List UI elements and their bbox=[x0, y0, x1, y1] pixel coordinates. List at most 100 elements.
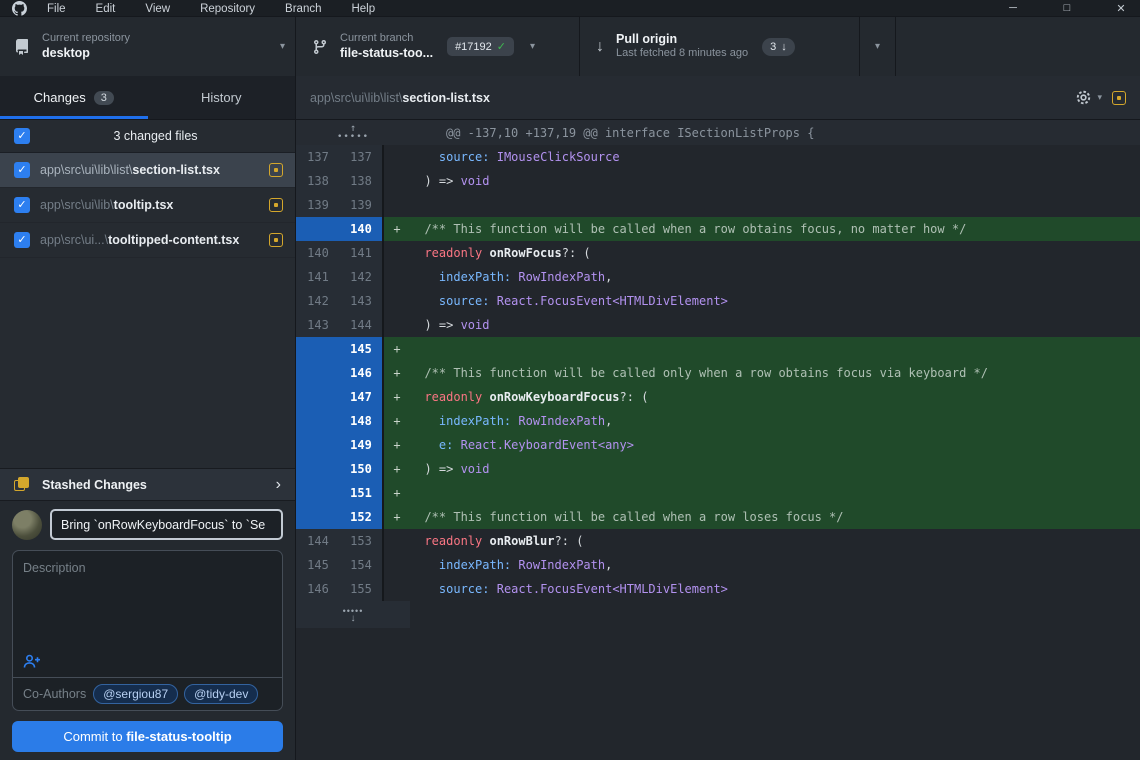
diff-line-added[interactable]: 150 + ) => void bbox=[296, 457, 1140, 481]
new-line-number[interactable]: 143 bbox=[340, 289, 384, 313]
close-button[interactable]: ✕ bbox=[1114, 2, 1128, 15]
menu-item-file[interactable]: File bbox=[47, 3, 66, 15]
new-line-number[interactable]: 141 bbox=[340, 241, 384, 265]
new-line-number[interactable]: 140 bbox=[340, 217, 384, 241]
diff-line-context[interactable]: 141 142 indexPath: RowIndexPath, bbox=[296, 265, 1140, 289]
code-line: source: React.FocusEvent<HTMLDivElement> bbox=[410, 582, 728, 596]
file-include-checkbox[interactable]: ✓ bbox=[14, 197, 30, 213]
new-line-number[interactable]: 137 bbox=[340, 145, 384, 169]
diff-line-context[interactable]: 140 141 readonly onRowFocus?: ( bbox=[296, 241, 1140, 265]
current-branch-button[interactable]: Current branch file-status-too... #17192… bbox=[296, 17, 580, 76]
diff-line-added[interactable]: 140 + /** This function will be called wh… bbox=[296, 217, 1140, 241]
tab-history[interactable]: History bbox=[148, 76, 296, 119]
new-line-number[interactable]: 150 bbox=[340, 457, 384, 481]
file-row-tooltip.tsx[interactable]: ✓ app\src\ui\lib\tooltip.tsx bbox=[0, 188, 295, 223]
line-marker bbox=[384, 169, 410, 193]
branch-name: file-status-too... bbox=[340, 45, 434, 60]
diff-line-context[interactable]: 139 139 bbox=[296, 193, 1140, 217]
old-line-number[interactable] bbox=[296, 217, 340, 241]
new-line-number[interactable]: 144 bbox=[340, 313, 384, 337]
maximize-button[interactable]: □ bbox=[1060, 2, 1074, 15]
diff-line-added[interactable]: 152 + /** This function will be called wh… bbox=[296, 505, 1140, 529]
old-line-number[interactable]: 139 bbox=[296, 193, 340, 217]
diff-line-context[interactable]: 146 155 source: React.FocusEvent<HTMLDivE… bbox=[296, 577, 1140, 601]
old-line-number[interactable]: 145 bbox=[296, 553, 340, 577]
diff-line-context[interactable]: 145 154 indexPath: RowIndexPath, bbox=[296, 553, 1140, 577]
diff-line-added[interactable]: 151 + bbox=[296, 481, 1140, 505]
new-line-number[interactable]: 151 bbox=[340, 481, 384, 505]
commit-summary-input[interactable] bbox=[50, 509, 283, 540]
new-line-number[interactable]: 147 bbox=[340, 385, 384, 409]
old-line-number[interactable] bbox=[296, 505, 340, 529]
old-line-number[interactable]: 141 bbox=[296, 265, 340, 289]
diff-line-context[interactable]: 137 137 source: IMouseClickSource bbox=[296, 145, 1140, 169]
select-all-checkbox[interactable]: ✓ bbox=[14, 128, 30, 144]
file-include-checkbox[interactable]: ✓ bbox=[14, 232, 30, 248]
coauthor-pill[interactable]: @sergiou87 bbox=[93, 684, 179, 704]
minimize-button[interactable]: ─ bbox=[1006, 2, 1020, 15]
diff-line-added[interactable]: 148 + indexPath: RowIndexPath, bbox=[296, 409, 1140, 433]
file-row-tooltipped-content.tsx[interactable]: ✓ app\src\ui...\tooltipped-content.tsx bbox=[0, 223, 295, 258]
old-line-number[interactable]: 138 bbox=[296, 169, 340, 193]
pr-status-badge[interactable]: #17192 ✓ bbox=[447, 37, 514, 56]
new-line-number[interactable]: 145 bbox=[340, 337, 384, 361]
new-line-number[interactable]: 142 bbox=[340, 265, 384, 289]
add-coauthor-button[interactable] bbox=[23, 654, 41, 669]
diff-line-context[interactable]: 138 138 ) => void bbox=[296, 169, 1140, 193]
coauthor-pill[interactable]: @tidy-dev bbox=[184, 684, 259, 704]
commit-description-box: Description Co-Authors @sergiou87 @tidy-d… bbox=[12, 550, 283, 711]
diff-line-context[interactable]: 142 143 source: React.FocusEvent<HTMLDivE… bbox=[296, 289, 1140, 313]
new-line-number[interactable]: 146 bbox=[340, 361, 384, 385]
old-line-number[interactable] bbox=[296, 457, 340, 481]
old-line-number[interactable]: 140 bbox=[296, 241, 340, 265]
file-row-section-list.tsx[interactable]: ✓ app\src\ui\lib\list\section-list.tsx bbox=[0, 153, 295, 188]
diff-line-added[interactable]: 149 + e: React.KeyboardEvent<any> bbox=[296, 433, 1140, 457]
pull-origin-button[interactable]: ↓ Pull origin Last fetched 8 minutes ago… bbox=[580, 17, 860, 76]
old-line-number[interactable] bbox=[296, 385, 340, 409]
menu-item-help[interactable]: Help bbox=[351, 3, 375, 15]
old-line-number[interactable] bbox=[296, 433, 340, 457]
commit-description-input[interactable]: Description bbox=[13, 551, 282, 677]
new-line-number[interactable]: 155 bbox=[340, 577, 384, 601]
menu-item-repository[interactable]: Repository bbox=[200, 3, 255, 15]
stashed-changes-row[interactable]: Stashed Changes › bbox=[0, 468, 295, 501]
diff-line-added[interactable]: 147 + readonly onRowKeyboardFocus?: ( bbox=[296, 385, 1140, 409]
old-line-number[interactable] bbox=[296, 337, 340, 361]
file-include-checkbox[interactable]: ✓ bbox=[14, 162, 30, 178]
old-line-number[interactable]: 144 bbox=[296, 529, 340, 553]
old-line-number[interactable]: 146 bbox=[296, 577, 340, 601]
branch-dropdown-caret-icon: ▾ bbox=[530, 41, 536, 52]
new-line-number[interactable]: 138 bbox=[340, 169, 384, 193]
menu-item-branch[interactable]: Branch bbox=[285, 3, 321, 15]
description-placeholder: Description bbox=[23, 561, 86, 575]
old-line-number[interactable] bbox=[296, 409, 340, 433]
new-line-number[interactable]: 153 bbox=[340, 529, 384, 553]
expand-hunk-down-button[interactable]: ••••• ↓ bbox=[343, 606, 364, 623]
new-line-number[interactable]: 148 bbox=[340, 409, 384, 433]
new-line-number[interactable]: 139 bbox=[340, 193, 384, 217]
expand-hunk-up-button[interactable]: ↑ ••••• bbox=[337, 123, 369, 141]
old-line-number[interactable]: 143 bbox=[296, 313, 340, 337]
behind-count: 3 bbox=[770, 40, 777, 53]
new-line-number[interactable]: 154 bbox=[340, 553, 384, 577]
diff-line-context[interactable]: 143 144 ) => void bbox=[296, 313, 1140, 337]
new-line-number[interactable]: 149 bbox=[340, 433, 384, 457]
menu-item-edit[interactable]: Edit bbox=[96, 3, 116, 15]
diff-line-added[interactable]: 146 + /** This function will be called on… bbox=[296, 361, 1140, 385]
new-line-number[interactable]: 152 bbox=[340, 505, 384, 529]
diff-line-added[interactable]: 145 + bbox=[296, 337, 1140, 361]
pull-options-caret-button[interactable]: ▾ bbox=[860, 17, 896, 76]
old-line-number[interactable] bbox=[296, 361, 340, 385]
commit-button[interactable]: Commit to file-status-tooltip bbox=[12, 721, 283, 752]
diff-options-button[interactable]: ▾ bbox=[1075, 89, 1102, 106]
menu-item-view[interactable]: View bbox=[145, 3, 170, 15]
line-marker bbox=[384, 529, 410, 553]
tab-changes[interactable]: Changes 3 bbox=[0, 76, 148, 119]
diff-rows: 137 137 source: IMouseClickSource 138 138 )… bbox=[296, 145, 1140, 601]
current-repository-button[interactable]: Current repository desktop ▾ bbox=[0, 17, 296, 76]
old-line-number[interactable]: 137 bbox=[296, 145, 340, 169]
old-line-number[interactable]: 142 bbox=[296, 289, 340, 313]
old-line-number[interactable] bbox=[296, 481, 340, 505]
line-marker: + bbox=[384, 457, 410, 481]
diff-line-context[interactable]: 144 153 readonly onRowBlur?: ( bbox=[296, 529, 1140, 553]
